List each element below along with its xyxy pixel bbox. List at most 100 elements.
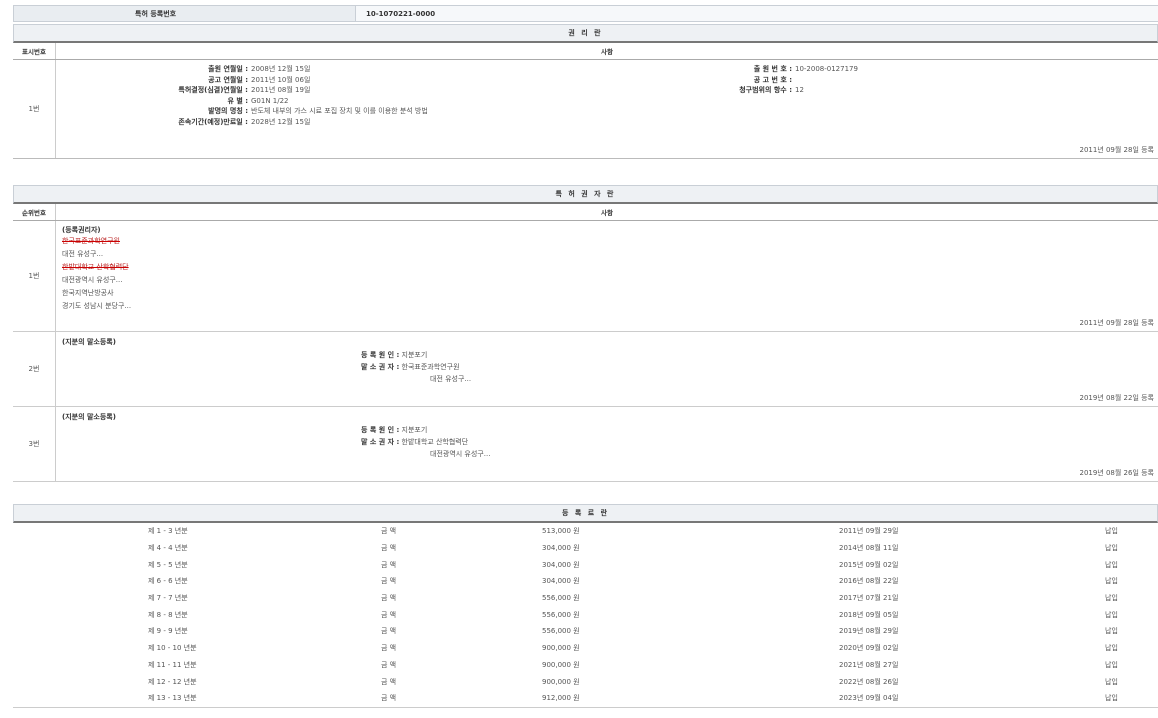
fee-paid-date: 2018년 09월 05일: [839, 610, 898, 620]
rank-number-header: 순위번호: [13, 204, 56, 220]
fee-row: 제 6 - 6 년분금 액304,000 원2016년 08월 22일납입: [13, 573, 1158, 590]
fee-row: 제 12 - 12 년분금 액900,000 원2022년 08월 26일납입: [13, 673, 1158, 690]
fee-amount-label: 금 액: [381, 643, 396, 653]
fee-amount: 513,000 원: [542, 526, 580, 536]
fee-status: 납입: [1105, 543, 1118, 553]
fee-status: 납입: [1105, 677, 1118, 687]
fees-section: 등 록 료 란 제 1 - 3 년분금 액513,000 원2011년 09월 …: [13, 504, 1158, 708]
holder-address: 경기도 성남시 분당구...: [62, 301, 131, 311]
holder-address: 대전광역시 유성구...: [430, 449, 490, 459]
fee-status: 납입: [1105, 626, 1118, 636]
holders-section: 특 허 권 자 란 순위번호 사항 1번 (등록권리자) 한국표준과학연구원 대…: [13, 185, 1158, 482]
fee-year: 제 4 - 4 년분: [148, 543, 188, 553]
fee-year: 제 6 - 6 년분: [148, 576, 188, 586]
fee-amount-label: 금 액: [381, 543, 396, 553]
holder-row: 2번 (지분의 말소등록) 등 록 원 인 : 지분포기 말 소 권 자 : 한…: [13, 332, 1158, 407]
rights-field: 발명의 명칭 :반도체 내부의 가스 시료 포집 장치 및 이를 이용한 분석 …: [56, 106, 428, 117]
field-value: 2011년 10월 06일: [248, 75, 310, 86]
holder-address: 대전 유성구...: [430, 374, 471, 384]
fee-amount: 912,000 원: [542, 693, 580, 703]
holder-address: 대전광역시 유성구...: [62, 275, 122, 285]
fee-status: 납입: [1105, 560, 1118, 570]
field-label: 존속기간(예정)만료일 :: [56, 117, 248, 128]
holder-label: 말 소 권 자 :: [361, 363, 399, 371]
fee-year: 제 7 - 7 년분: [148, 593, 188, 603]
fee-paid-date: 2011년 09월 29일: [839, 526, 898, 536]
registration-cause: 등 록 원 인 : 지분포기: [361, 350, 427, 360]
fee-status: 납입: [1105, 593, 1118, 603]
rights-field: 특허결정(심결)연월일 :2011년 08월 19일: [56, 85, 310, 96]
field-label: 출 원 번 호 :: [616, 64, 792, 75]
details-header: 사항: [56, 204, 1158, 220]
fee-paid-date: 2019년 08월 29일: [839, 626, 898, 636]
fee-amount-label: 금 액: [381, 693, 396, 703]
holder-value: 한국표준과학연구원: [402, 363, 460, 371]
rights-section-title: 권 리 란: [13, 24, 1158, 43]
field-value: 2028년 12월 15일: [248, 117, 310, 128]
cancelled-holder: 말 소 권 자 : 한국표준과학연구원: [361, 362, 460, 372]
entry-heading: (지분의 말소등록): [62, 412, 116, 422]
fee-amount: 304,000 원: [542, 576, 580, 586]
fee-row: 제 13 - 13 년분금 액912,000 원2023년 09월 04일납입: [13, 690, 1158, 708]
fee-amount: 556,000 원: [542, 626, 580, 636]
fee-paid-date: 2016년 08월 22일: [839, 576, 898, 586]
row-number: 1번: [13, 60, 56, 158]
registration-number-bar: 특허 등록번호 10-1070221-0000: [13, 5, 1158, 22]
fee-row: 제 8 - 8 년분금 액556,000 원2018년 09월 05일납입: [13, 606, 1158, 623]
registration-date: 2019년 08월 26일 등록: [1079, 468, 1154, 478]
registration-number-label: 특허 등록번호: [14, 6, 355, 21]
details-header: 사항: [56, 43, 1158, 59]
fee-paid-date: 2020년 09월 02일: [839, 643, 898, 653]
holder-name: 한밭대학교 산학협력단: [62, 262, 129, 272]
registration-cause: 등 록 원 인 : 지분포기: [361, 425, 427, 435]
fee-year: 제 5 - 5 년분: [148, 560, 188, 570]
fee-paid-date: 2022년 08월 26일: [839, 677, 898, 687]
row-number: 3번: [13, 407, 56, 481]
rights-column-header: 표시번호 사항: [13, 43, 1158, 60]
registration-date: 2019년 08월 22일 등록: [1079, 393, 1154, 403]
rights-field: 존속기간(예정)만료일 :2028년 12월 15일: [56, 117, 310, 128]
field-label: 발명의 명칭 :: [56, 106, 248, 117]
fee-row: 제 5 - 5 년분 금 액 304,000 원 2015년 09월 02일 납입: [13, 556, 1158, 573]
fee-row: 제 7 - 7 년분금 액556,000 원2017년 07월 21일납입: [13, 590, 1158, 607]
rights-field: 출원 연월일 :2008년 12월 15일: [56, 64, 310, 75]
fee-amount-label: 금 액: [381, 526, 396, 536]
field-label: 공고 연월일 :: [56, 75, 248, 86]
holders-column-header: 순위번호 사항: [13, 204, 1158, 221]
holder-details: (등록권리자) 한국표준과학연구원 대전 유성구... 한밭대학교 산학협력단 …: [56, 221, 1158, 331]
holder-label: 말 소 권 자 :: [361, 438, 399, 446]
holder-details: (지분의 말소등록) 등 록 원 인 : 지분포기 말 소 권 자 : 한밭대학…: [56, 407, 1158, 481]
row-number: 1번: [13, 221, 56, 331]
fee-year: 제 9 - 9 년분: [148, 626, 188, 636]
fee-paid-date: 2017년 07월 21일: [839, 593, 898, 603]
rights-row: 1번 2011년 09월 28일 등록 출원 연월일 :2008년 12월 15…: [13, 60, 1158, 159]
field-label: 출원 연월일 :: [56, 64, 248, 75]
fee-amount-label: 금 액: [381, 610, 396, 620]
fee-status: 납입: [1105, 526, 1118, 536]
fee-row: 제 4 - 4 년분금 액304,000 원2014년 08월 11일납입: [13, 540, 1158, 557]
fee-status: 납입: [1105, 660, 1118, 670]
fee-amount-label: 금 액: [381, 560, 396, 570]
fee-status: 납입: [1105, 576, 1118, 586]
fee-year: 제 12 - 12 년분: [148, 677, 197, 687]
rights-field: 출 원 번 호 :10-2008-0127179: [616, 64, 858, 75]
fee-amount-label: 금 액: [381, 626, 396, 636]
field-label: 유 별 :: [56, 96, 248, 107]
holder-row: 1번 (등록권리자) 한국표준과학연구원 대전 유성구... 한밭대학교 산학협…: [13, 221, 1158, 332]
fee-paid-date: 2015년 09월 02일: [839, 560, 898, 570]
registration-number-value: 10-1070221-0000: [355, 6, 1158, 21]
fee-status: 납입: [1105, 610, 1118, 620]
field-value: [792, 75, 795, 86]
rights-details: 2011년 09월 28일 등록 출원 연월일 :2008년 12월 15일공고…: [56, 60, 1158, 158]
holder-details: (지분의 말소등록) 등 록 원 인 : 지분포기 말 소 권 자 : 한국표준…: [56, 332, 1158, 406]
fee-row: 제 11 - 11 년분금 액900,000 원2021년 08월 27일납입: [13, 657, 1158, 674]
fee-amount: 304,000 원: [542, 543, 580, 553]
fee-amount: 304,000 원: [542, 560, 580, 570]
fee-year: 제 1 - 3 년분: [148, 526, 188, 536]
field-label: 공 고 번 호 :: [616, 75, 792, 86]
rights-field: 공 고 번 호 :: [616, 75, 795, 86]
fee-amount: 900,000 원: [542, 677, 580, 687]
holders-section-title: 특 허 권 자 란: [13, 185, 1158, 204]
field-value: 2008년 12월 15일: [248, 64, 310, 75]
holder-address: 대전 유성구...: [62, 249, 103, 259]
